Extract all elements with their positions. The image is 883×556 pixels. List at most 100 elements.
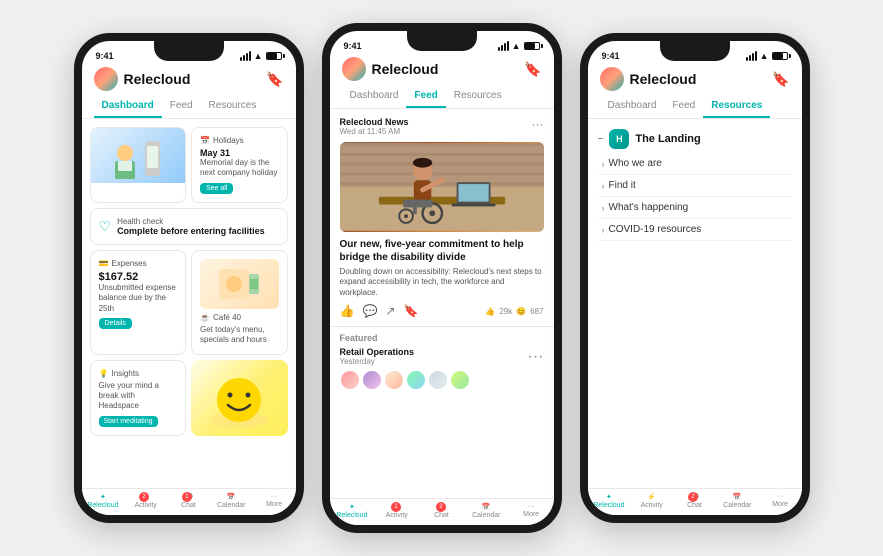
resource-item-happening[interactable]: › What's happening (598, 197, 792, 219)
app-logo-1: Relecloud (94, 67, 191, 91)
bookmark-icon-3[interactable]: 🔖 (772, 71, 789, 88)
signal-icon-1 (240, 51, 251, 61)
nav-chat-1[interactable]: 💬 1 Chat (167, 493, 210, 509)
comment-emoji: 😊 (516, 307, 526, 316)
phone-dashboard: 9:41 ▲ Relecloud 🔖 (74, 33, 304, 523)
cafe-desc: Get today's menu, specials and hours (200, 325, 279, 346)
feed-options-icon[interactable]: ··· (532, 117, 544, 131)
expenses-icon: 💳 (99, 259, 109, 268)
nav-icon-cal-2: 📅 (482, 503, 491, 511)
section-collapse-icon[interactable]: − (598, 134, 604, 145)
avatar-3 (600, 67, 624, 91)
tab-resources-1[interactable]: Resources (201, 95, 265, 118)
feed-post-main: Relecloud News Wed at 11:45 AM ··· (330, 109, 554, 327)
feed-img-inner (340, 142, 544, 232)
comment-icon[interactable]: 💬 (362, 304, 377, 318)
tabs-2: Dashboard Feed Resources (330, 85, 554, 109)
chat-badge-2: 2 (436, 502, 446, 512)
tab-feed-2[interactable]: Feed (406, 85, 445, 108)
tab-dashboard-2[interactable]: Dashboard (342, 85, 407, 108)
see-all-button[interactable]: See all (200, 183, 233, 194)
featured-section: Featured Retail Operations Yesterday ··· (330, 327, 554, 396)
tab-feed-1[interactable]: Feed (162, 95, 201, 118)
featured-avatar-4 (406, 370, 426, 390)
heart-icon: ♡ (99, 218, 112, 235)
resource-item-covid[interactable]: › COVID-19 resources (598, 219, 792, 241)
app-logo-2: Relecloud (342, 57, 439, 81)
feed-source: Relecloud News (340, 117, 409, 127)
phones-container: 9:41 ▲ Relecloud 🔖 (54, 3, 830, 553)
like-icon[interactable]: 👍 (340, 304, 355, 318)
tab-dashboard-3[interactable]: Dashboard (600, 95, 665, 118)
featured-options[interactable]: ··· (528, 348, 544, 366)
insights-icon: 💡 (99, 369, 109, 378)
featured-avatar-2 (362, 370, 382, 390)
tab-resources-3[interactable]: Resources (703, 95, 770, 118)
nav-relecloud-2[interactable]: ✦ Relecloud (330, 503, 375, 519)
like-count: 29k (499, 307, 512, 316)
nav-chat-3[interactable]: 💬 2 Chat (673, 493, 716, 509)
cafe-label: ☕ Café 40 (200, 313, 279, 322)
holiday-date: May 31 (200, 148, 279, 158)
nav-more-3[interactable]: ··· More (759, 493, 802, 509)
resource-item-find[interactable]: › Find it (598, 175, 792, 197)
app-logo-3: Relecloud (600, 67, 697, 91)
featured-name: Retail Operations (340, 347, 415, 357)
cafe-icon: ☕ (200, 313, 210, 322)
avatar-2 (342, 57, 366, 81)
featured-avatar-5 (428, 370, 448, 390)
nav-icon-more-1: ··· (271, 493, 278, 500)
nav-icon-act-3: ⚡ (647, 493, 656, 501)
avatar-1 (94, 67, 118, 91)
phone-screen-3: 9:41 ▲ Relecloud 🔖 (588, 41, 802, 515)
expense-amount: $167.52 (99, 271, 178, 283)
details-button[interactable]: Details (99, 318, 132, 329)
nav-more-1[interactable]: ··· More (253, 493, 296, 509)
tab-resources-2[interactable]: Resources (446, 85, 510, 108)
nav-activity-2[interactable]: ⚡ 1 Activity (374, 503, 419, 519)
nav-icon-more-3: ··· (777, 493, 784, 500)
nav-relecloud-1[interactable]: ✦ Relecloud (82, 493, 125, 509)
nav-activity-3[interactable]: ⚡ Activity (630, 493, 673, 509)
nav-icon-more-2: ··· (528, 503, 535, 510)
bookmark-icon-2[interactable]: 🔖 (524, 61, 541, 78)
resource-section-landing: − H The Landing › Who we are › Find it (598, 125, 792, 241)
chevron-find-icon: › (602, 181, 605, 191)
expense-desc: Unsubmitted expense balance due by the 2… (99, 283, 178, 314)
smiley-svg (204, 365, 274, 430)
nav-activity-1[interactable]: ⚡ 2 Activity (124, 493, 167, 509)
nav-icon-cal-3: 📅 (733, 493, 742, 501)
resource-text-happening: What's happening (609, 202, 788, 213)
chevron-who-icon: › (602, 159, 605, 169)
share-icon[interactable]: ↗ (385, 304, 395, 318)
meditate-button[interactable]: Start meditating (99, 416, 158, 427)
card-health: ♡ Health check Complete before entering … (90, 208, 288, 245)
app-title-3: Relecloud (630, 71, 697, 87)
bookmark-icon-1[interactable]: 🔖 (266, 71, 283, 88)
battery-icon-3 (772, 52, 788, 60)
thumbs-up-mini: 👍 (485, 307, 495, 316)
expenses-label: 💳 Expenses (99, 259, 178, 268)
phone-notch-1 (154, 41, 224, 61)
nav-more-2[interactable]: ··· More (509, 503, 554, 519)
save-icon[interactable]: 🔖 (403, 304, 418, 318)
status-icons-1: ▲ (240, 51, 282, 61)
nav-chat-2[interactable]: 💬 2 Chat (419, 503, 464, 519)
tab-dashboard-1[interactable]: Dashboard (94, 95, 162, 118)
signal-icon-2 (498, 41, 509, 51)
app-title-1: Relecloud (124, 71, 191, 87)
phone-screen-2: 9:41 ▲ Relecloud 🔖 (330, 31, 554, 525)
chat-badge-1: 1 (182, 492, 192, 502)
tab-feed-3[interactable]: Feed (664, 95, 703, 118)
cafe-svg (214, 264, 264, 304)
nav-relecloud-3[interactable]: ✦ Relecloud (588, 493, 631, 509)
card-cafe: ☕ Café 40 Get today's menu, specials and… (191, 250, 288, 355)
section-header: − H The Landing (598, 125, 792, 153)
nav-calendar-1[interactable]: 📅 Calendar (210, 493, 253, 509)
nav-calendar-3[interactable]: 📅 Calendar (716, 493, 759, 509)
nav-calendar-2[interactable]: 📅 Calendar (464, 503, 509, 519)
resource-text-find: Find it (609, 180, 788, 191)
status-time-1: 9:41 (96, 51, 114, 61)
resource-item-who[interactable]: › Who we are (598, 153, 792, 175)
bottom-nav-3: ✦ Relecloud ⚡ Activity 💬 2 Chat 📅 Calend… (588, 488, 802, 515)
